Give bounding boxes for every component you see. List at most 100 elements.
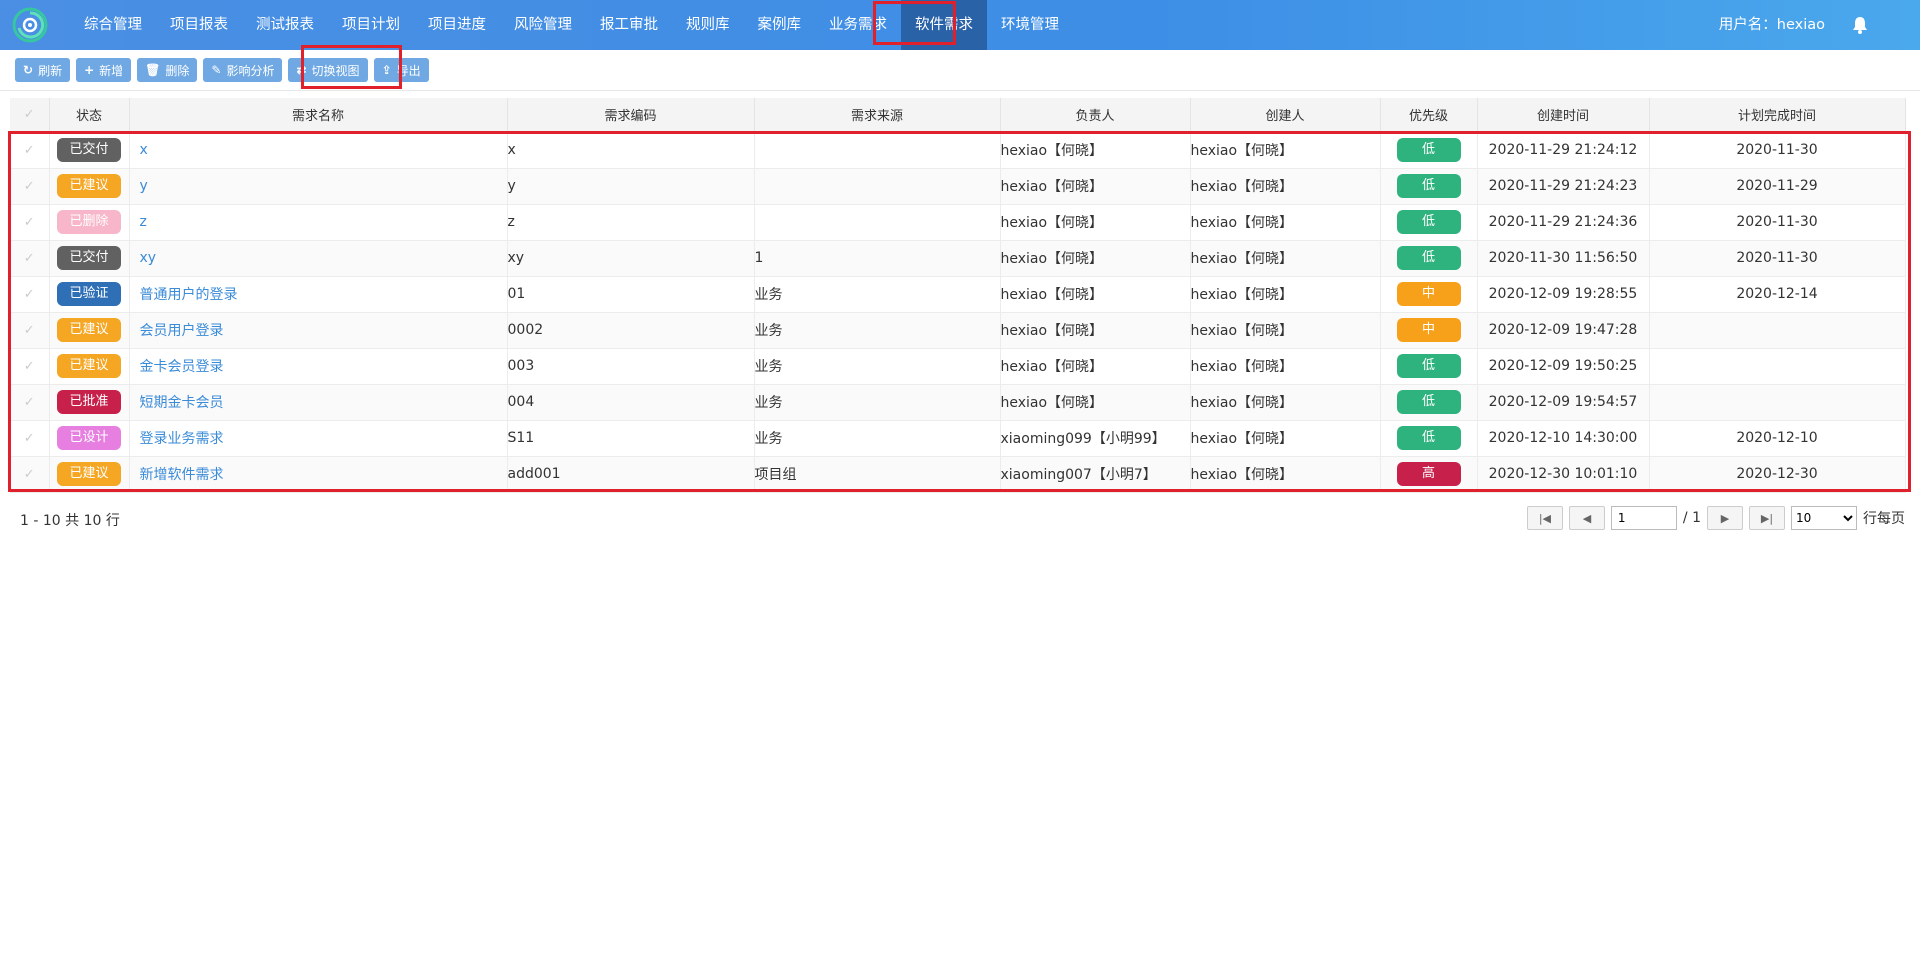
requirement-name-link[interactable]: 普通用户的登录 — [130, 287, 238, 303]
planned-finish-cell: 2020-12-10 — [1649, 420, 1906, 457]
requirement-name-link[interactable]: 短期金卡会员 — [130, 395, 224, 411]
requirement-code-cell: z — [507, 204, 755, 241]
table-row[interactable]: ✓ 已删除 z z hexiao【何晓】 hexiao【何晓】低 2020-11-29 21… — [10, 204, 1906, 241]
table-body: ✓ 已交付 x x hexiao【何晓】 hexiao【何晓】低 2020-11-29 21… — [10, 132, 1906, 493]
table-row[interactable]: ✓ 已设计 登录业务需求 S11 业务 xiaoming099【小明99】 hexiao【何… — [10, 420, 1906, 457]
nav-item-0[interactable]: 综合管理 — [70, 0, 156, 50]
creator-cell: hexiao【何晓】 — [1190, 348, 1381, 385]
status-cell: 已设计 — [49, 420, 130, 457]
first-page-icon[interactable]: |◀ — [1526, 506, 1563, 530]
row-checkbox[interactable]: ✓ — [10, 420, 50, 457]
switch-view-button[interactable]: ⇄ 切换视图 — [288, 58, 368, 82]
owner-cell: hexiao【何晓】 — [1000, 384, 1191, 421]
page-number-input[interactable] — [1610, 506, 1677, 530]
nav-item-3[interactable]: 项目计划 — [328, 0, 414, 50]
planned-finish-cell: 2020-11-30 — [1649, 204, 1906, 241]
row-checkbox[interactable]: ✓ — [10, 348, 50, 385]
requirement-name-link[interactable]: 新增软件需求 — [130, 467, 224, 483]
row-checkbox[interactable]: ✓ — [10, 276, 50, 313]
requirement-name-link[interactable]: y — [130, 178, 148, 194]
priority-cell: 高 — [1380, 456, 1478, 493]
created-time-cell: 2020-11-29 21:24:12 — [1477, 132, 1650, 169]
requirement-source-cell — [754, 168, 1001, 205]
row-checkbox[interactable]: ✓ — [10, 456, 50, 493]
prev-page-icon[interactable]: ◀ — [1568, 506, 1605, 530]
nav-item-8[interactable]: 案例库 — [744, 0, 816, 50]
creator-cell: hexiao【何晓】 — [1190, 240, 1381, 277]
export-button[interactable]: ⇪ 导出 — [373, 58, 429, 82]
main-nav: 综合管理 项目报表 测试报表 项目计划 项目进度 风险管理 报工审批 规则库 案例库 业务需求 软件… — [70, 0, 1073, 50]
impact-analysis-button[interactable]: ✎ 影响分析 — [203, 58, 283, 82]
table-row[interactable]: ✓ 已建议 金卡会员登录 003 业务 hexiao【何晓】 hexiao【何晓】低 2020… — [10, 348, 1906, 385]
user-name-label[interactable]: 用户名：hexiao — [1719, 0, 1825, 50]
requirement-name-link[interactable]: xy — [130, 250, 157, 266]
row-checkbox[interactable]: ✓ — [10, 204, 50, 241]
select-all-checkbox[interactable]: ✓ — [10, 98, 50, 133]
next-page-icon[interactable]: ▶ — [1707, 506, 1743, 530]
requirement-name-link[interactable]: x — [130, 142, 148, 158]
requirements-table: ✓ 状态 需求名称 需求编码 需求来源 负责人 创建人 优先级 创建时间 计划完成时间 ✓ 已交付 x… — [10, 98, 1906, 493]
planned-finish-cell — [1649, 384, 1906, 421]
nav-item-4[interactable]: 项目进度 — [414, 0, 500, 50]
nav-item-2[interactable]: 测试报表 — [242, 0, 328, 50]
nav-item-1[interactable]: 项目报表 — [156, 0, 242, 50]
bell-icon[interactable] — [1850, 15, 1870, 35]
toolbar-button-label: 刷新 — [38, 63, 63, 78]
table-row[interactable]: ✓ 已批准 短期金卡会员 004 业务 hexiao【何晓】 hexiao【何晓】低 2020… — [10, 384, 1906, 421]
nav-item-6[interactable]: 报工审批 — [586, 0, 672, 50]
row-checkbox[interactable]: ✓ — [10, 132, 50, 169]
owner-cell: hexiao【何晓】 — [1000, 132, 1191, 169]
requirement-source-cell — [754, 132, 1001, 169]
last-page-icon[interactable]: ▶| — [1749, 506, 1785, 530]
owner-cell: hexiao【何晓】 — [1000, 168, 1191, 205]
requirement-name-link[interactable]: 会员用户登录 — [130, 323, 224, 339]
nav-item-10[interactable]: 软件需求 — [901, 0, 987, 50]
status-badge: 已删除 — [57, 210, 121, 234]
export-icon: ⇪ — [381, 63, 392, 77]
nav-item-11[interactable]: 环境管理 — [987, 0, 1073, 50]
requirement-name-cell: y — [129, 168, 508, 205]
requirement-code-cell: S11 — [507, 420, 755, 457]
requirement-code-cell: x — [507, 132, 755, 169]
refresh-button[interactable]: ↻ 刷新 — [15, 58, 71, 82]
row-checkbox[interactable]: ✓ — [10, 312, 50, 349]
requirement-name-cell: 金卡会员登录 — [129, 348, 508, 385]
nav-item-9[interactable]: 业务需求 — [815, 0, 901, 50]
row-checkbox[interactable]: ✓ — [10, 168, 50, 205]
row-checkbox[interactable]: ✓ — [10, 240, 50, 277]
page-size-select[interactable]: 10 — [1791, 506, 1857, 530]
nav-item-5[interactable]: 风险管理 — [500, 0, 586, 50]
table-row[interactable]: ✓ 已建议 新增软件需求 add001 项目组 xiaoming007【小明7】 hexia… — [10, 456, 1906, 493]
table-row[interactable]: ✓ 已交付 xy xy 1 hexiao【何晓】 hexiao【何晓】低 2020-11-30… — [10, 240, 1906, 277]
creator-cell: hexiao【何晓】 — [1190, 312, 1381, 349]
table-row[interactable]: ✓ 已交付 x x hexiao【何晓】 hexiao【何晓】低 2020-11-29 21… — [10, 132, 1906, 169]
requirement-name-link[interactable]: 金卡会员登录 — [130, 359, 224, 375]
swirl-logo-icon[interactable] — [12, 7, 48, 43]
delete-button[interactable]: 🗑 删除 — [137, 58, 198, 82]
priority-badge: 低 — [1396, 138, 1461, 162]
planned-finish-cell: 2020-12-14 — [1649, 276, 1906, 313]
nav-item-7[interactable]: 规则库 — [672, 0, 744, 50]
table-row[interactable]: ✓ 已建议 会员用户登录 0002 业务 hexiao【何晓】 hexiao【何晓】中 202… — [10, 312, 1906, 349]
status-cell: 已交付 — [49, 240, 130, 277]
requirement-source-cell: 项目组 — [754, 456, 1001, 493]
status-badge: 已建议 — [57, 354, 121, 378]
add-button[interactable]: + 新增 — [76, 58, 132, 82]
priority-badge: 低 — [1396, 246, 1461, 270]
requirement-name-link[interactable]: z — [130, 214, 147, 230]
planned-finish-cell: 2020-11-30 — [1649, 240, 1906, 277]
created-time-cell: 2020-12-09 19:54:57 — [1477, 384, 1650, 421]
table-row[interactable]: ✓ 已建议 y y hexiao【何晓】 hexiao【何晓】低 2020-11-29 21… — [10, 168, 1906, 205]
requirement-name-link[interactable]: 登录业务需求 — [130, 431, 224, 447]
requirement-source-cell: 业务 — [754, 384, 1001, 421]
top-navigation-bar: 综合管理 项目报表 测试报表 项目计划 项目进度 风险管理 报工审批 规则库 案例库 业务需求 软件… — [0, 0, 1920, 50]
refresh-icon: ↻ — [23, 63, 34, 77]
toolbar-button-label: 删除 — [165, 63, 190, 78]
requirement-source-cell: 业务 — [754, 276, 1001, 313]
created-time-cell: 2020-12-30 10:01:10 — [1477, 456, 1650, 493]
row-checkbox[interactable]: ✓ — [10, 384, 50, 421]
table-row[interactable]: ✓ 已验证 普通用户的登录 01 业务 hexiao【何晓】 hexiao【何晓】中 2020… — [10, 276, 1906, 313]
priority-cell: 低 — [1380, 348, 1478, 385]
status-cell: 已批准 — [49, 384, 130, 421]
toolbar-button-label: 影响分析 — [226, 63, 275, 78]
